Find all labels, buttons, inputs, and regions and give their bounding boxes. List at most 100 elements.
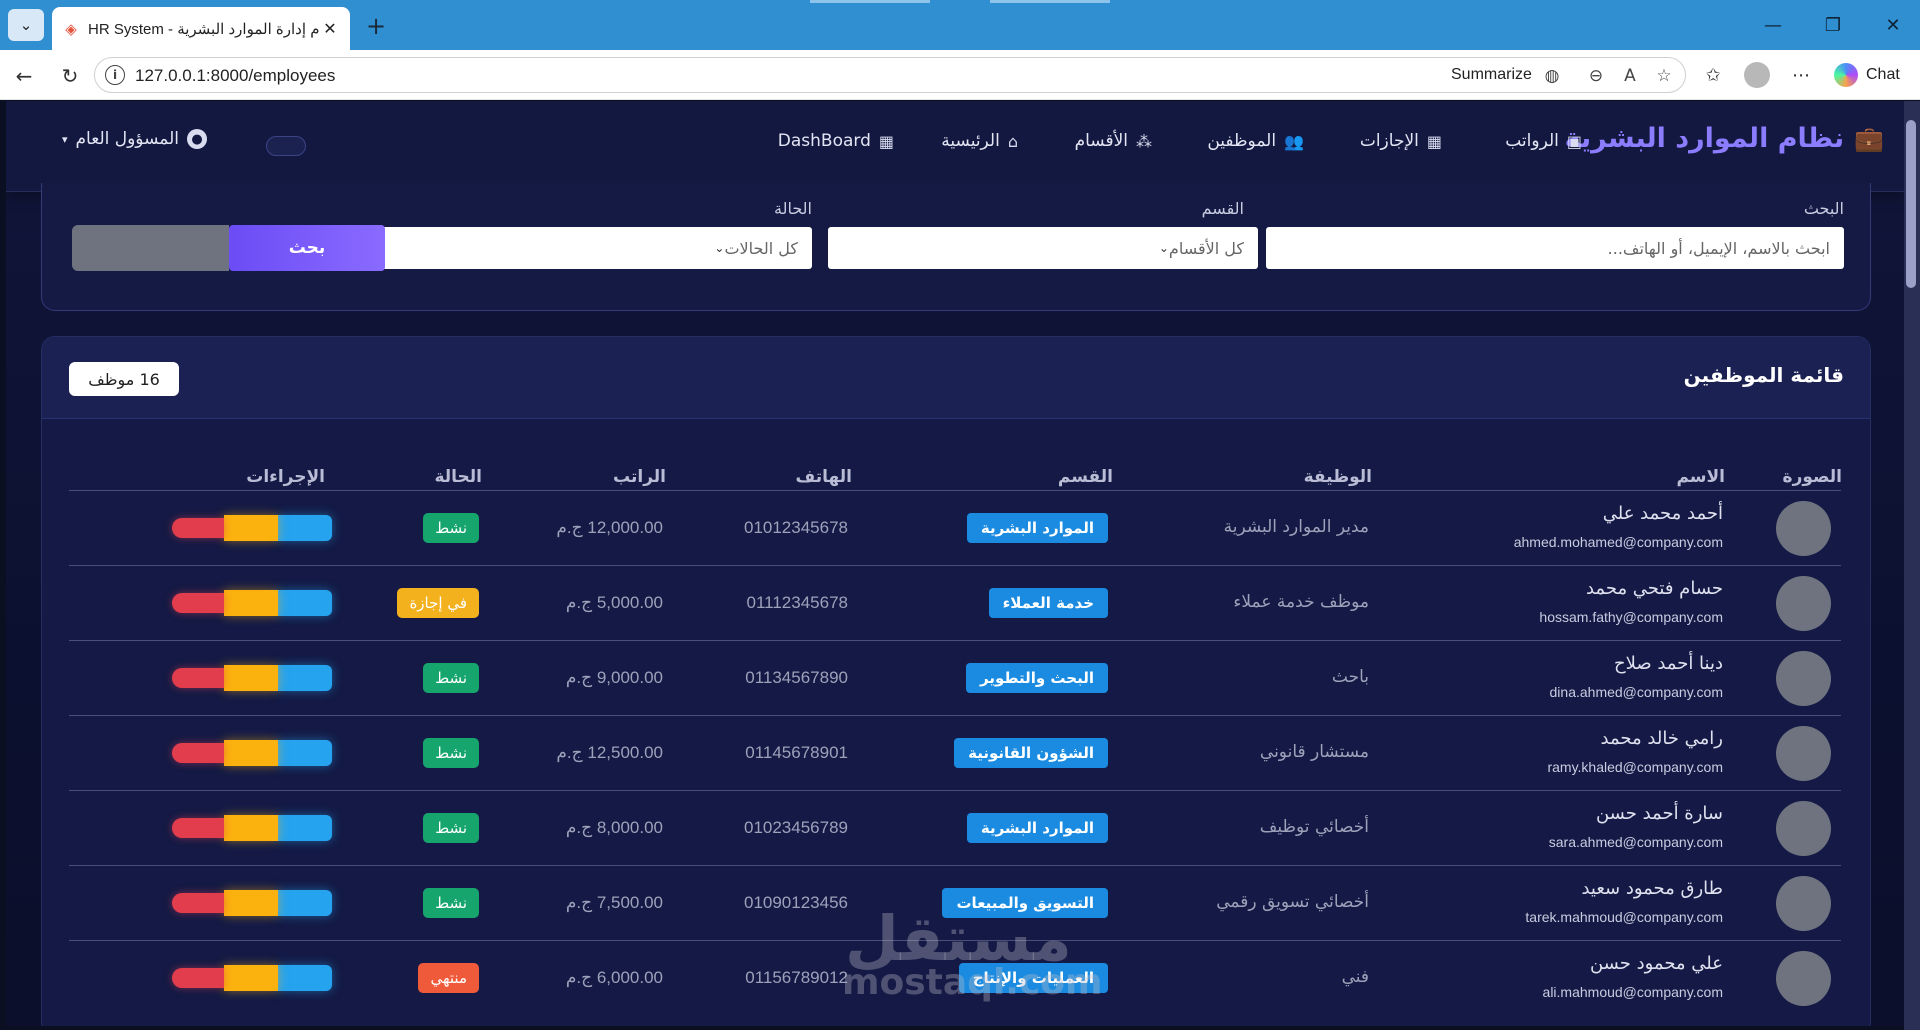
search-input[interactable]: ابحث بالاسم، الإيميل، أو الهاتف... bbox=[1266, 227, 1844, 269]
employee-salary: 9,000.00 ج.م bbox=[565, 668, 663, 687]
site-info-icon[interactable]: i bbox=[105, 65, 125, 85]
profile-avatar[interactable] bbox=[1744, 62, 1770, 88]
view-button[interactable] bbox=[224, 965, 278, 991]
employee-email: dina.ahmed@company.com bbox=[1549, 684, 1723, 700]
summarize-button[interactable]: Summarize bbox=[1451, 66, 1532, 84]
browser-toolbar: ← ↻ i 127.0.0.1:8000/employees Summarize… bbox=[0, 50, 1920, 100]
employee-salary: 8,000.00 ج.م bbox=[565, 818, 663, 837]
employee-phone: 01023456789 bbox=[743, 818, 848, 837]
new-tab-plus-icon[interactable]: + bbox=[362, 12, 390, 40]
table-row: أحمد محمد علي ahmed.mohamed@company.com مد… bbox=[69, 490, 1841, 565]
employee-name[interactable]: طارق محمود سعيد bbox=[1581, 878, 1723, 899]
edit-button[interactable] bbox=[278, 590, 332, 616]
scrollbar-thumb[interactable] bbox=[1906, 120, 1916, 288]
nav-item-home[interactable]: ⌂ الرئيسية bbox=[941, 131, 1018, 151]
edit-button[interactable] bbox=[278, 965, 332, 991]
delete-button[interactable] bbox=[172, 968, 224, 988]
department-select[interactable]: كل الأقسام ⌄ bbox=[828, 227, 1258, 269]
employee-phone: 01012345678 bbox=[743, 518, 848, 537]
employee-phone: 01134567890 bbox=[745, 668, 848, 687]
favorites-list-icon[interactable]: ✩ bbox=[1700, 62, 1726, 88]
employee-email: ahmed.mohamed@company.com bbox=[1513, 534, 1723, 550]
table-row: حسام فتحي محمد hossam.fathy@company.com مو… bbox=[69, 565, 1841, 640]
delete-button[interactable] bbox=[172, 818, 224, 838]
employees-card-header: قائمة الموظفين 16 موظف bbox=[42, 337, 1870, 419]
employee-job: أخصائي تسويق رقمي bbox=[1216, 892, 1369, 912]
search-button[interactable]: بحث bbox=[229, 225, 385, 271]
nav-item-employees[interactable]: 👥 الموظفين bbox=[1207, 131, 1304, 151]
employee-name[interactable]: أحمد محمد علي bbox=[1603, 503, 1723, 524]
status-select[interactable]: كل الحالات ⌄ bbox=[382, 227, 812, 269]
user-name: المسؤول العام bbox=[75, 129, 179, 149]
employee-name[interactable]: سارة أحمد حسن bbox=[1596, 803, 1723, 824]
summarize-icon[interactable]: ◍ bbox=[1541, 65, 1563, 87]
browser-tab-active[interactable]: ◈ HR System - نظام إدارة الموارد البشرية… bbox=[52, 7, 350, 50]
refresh-icon[interactable]: ↻ bbox=[56, 62, 84, 90]
zoom-out-icon[interactable]: ⊖ bbox=[1585, 65, 1607, 87]
tab-list-chevron-icon[interactable]: ⌄ bbox=[8, 9, 44, 41]
avatar bbox=[1776, 801, 1831, 856]
view-button[interactable] bbox=[224, 515, 278, 541]
employee-salary: 6,000.00 ج.م bbox=[565, 968, 663, 987]
employee-name[interactable]: رامي خالد محمد bbox=[1601, 728, 1723, 749]
tab-close-icon[interactable]: ✕ bbox=[320, 19, 340, 39]
view-button[interactable] bbox=[224, 740, 278, 766]
page-viewport: 💼 نظام الموارد البشرية ▣ الرواتب ▦ الإجا… bbox=[6, 101, 1904, 1026]
brand[interactable]: 💼 نظام الموارد البشرية bbox=[1565, 123, 1884, 154]
avatar bbox=[1776, 726, 1831, 781]
employee-job: أخصائي توظيف bbox=[1259, 817, 1369, 837]
search-label: البحث bbox=[1803, 199, 1844, 218]
url-text: 127.0.0.1:8000/employees bbox=[135, 66, 336, 85]
view-button[interactable] bbox=[224, 590, 278, 616]
delete-button[interactable] bbox=[172, 668, 224, 688]
nav-item-salaries[interactable]: ▣ الرواتب bbox=[1505, 131, 1582, 151]
status-badge: نشط bbox=[423, 663, 479, 693]
address-bar[interactable]: i 127.0.0.1:8000/employees Summarize ◍ ⊖… bbox=[94, 57, 1686, 93]
nav-item-leaves[interactable]: ▦ الإجازات bbox=[1360, 131, 1442, 151]
delete-button[interactable] bbox=[172, 518, 224, 538]
chevron-down-icon: ⌄ bbox=[1158, 241, 1169, 255]
employee-name[interactable]: حسام فتحي محمد bbox=[1586, 578, 1723, 599]
view-button[interactable] bbox=[224, 890, 278, 916]
read-aloud-icon[interactable]: A bbox=[1619, 65, 1641, 87]
filter-card: البحث ابحث بالاسم، الإيميل، أو الهاتف...… bbox=[41, 183, 1871, 311]
more-menu-icon[interactable]: ⋯ bbox=[1788, 62, 1814, 88]
employee-name[interactable]: علي محمود حسن bbox=[1590, 953, 1723, 974]
employee-email: hossam.fathy@company.com bbox=[1539, 609, 1723, 625]
minimize-icon[interactable]: — bbox=[1758, 12, 1788, 38]
user-circle-icon: ● bbox=[186, 129, 207, 149]
delete-button[interactable] bbox=[172, 743, 224, 763]
employee-job: مدير الموارد البشرية bbox=[1223, 517, 1369, 537]
row-actions bbox=[172, 890, 332, 916]
copilot-chat-button[interactable]: Chat bbox=[1834, 59, 1910, 91]
department-badge: الشؤون القانونية bbox=[954, 738, 1108, 768]
edit-button[interactable] bbox=[278, 665, 332, 691]
department-badge: البحث والتطوير bbox=[965, 663, 1108, 693]
back-arrow-icon[interactable]: ← bbox=[10, 62, 38, 90]
employee-name[interactable]: دينا أحمد صلاح bbox=[1614, 653, 1723, 674]
edit-button[interactable] bbox=[278, 815, 332, 841]
edit-button[interactable] bbox=[278, 515, 332, 541]
nav-item-departments[interactable]: ⁂ الأقسام bbox=[1075, 131, 1152, 151]
employee-phone: 01145678901 bbox=[745, 743, 848, 762]
edit-button[interactable] bbox=[278, 890, 332, 916]
edit-button[interactable] bbox=[278, 740, 332, 766]
user-menu[interactable]: ● المسؤول العام ▾ bbox=[62, 129, 207, 149]
employee-phone: 01090123456 bbox=[743, 893, 848, 912]
avatar bbox=[1776, 501, 1831, 556]
maximize-icon[interactable]: ❐ bbox=[1818, 12, 1848, 38]
close-window-icon[interactable]: ✕ bbox=[1878, 12, 1908, 38]
nav-item-dashboard[interactable]: ▦ DashBoard bbox=[778, 131, 894, 151]
delete-button[interactable] bbox=[172, 593, 224, 613]
copilot-icon bbox=[1834, 63, 1858, 87]
favorite-star-icon[interactable]: ☆ bbox=[1653, 65, 1675, 87]
chevron-down-icon: ⌄ bbox=[714, 241, 725, 255]
row-actions bbox=[172, 965, 332, 991]
theme-toggle[interactable] bbox=[266, 136, 306, 156]
reset-button[interactable] bbox=[72, 225, 229, 271]
nav-label: الأقسام bbox=[1074, 131, 1128, 151]
delete-button[interactable] bbox=[172, 893, 224, 913]
avatar bbox=[1776, 876, 1831, 931]
view-button[interactable] bbox=[224, 665, 278, 691]
view-button[interactable] bbox=[224, 815, 278, 841]
